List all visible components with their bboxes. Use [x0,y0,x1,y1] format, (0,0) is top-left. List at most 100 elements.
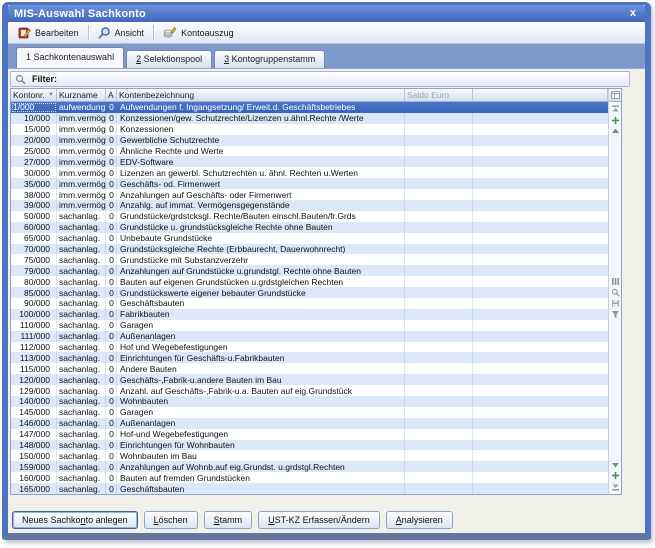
table-row[interactable]: 160/000sachanlag.0Bauten auf fremden Gru… [11,472,608,483]
table-row[interactable]: 147/000sachanlag.0Hof-und Wegebefestigun… [11,429,608,440]
table-row[interactable]: 30/000imm.vermög0Lizenzen an gewerbl. Sc… [11,167,608,178]
add-row-icon[interactable] [611,471,620,480]
cell-kontonr: 38/000 [11,189,57,200]
table-row[interactable]: 1/000aufwendung0Aufwendungen f. Ingangse… [11,102,608,113]
toolbar-button-bearbeiten[interactable]: Bearbeiten [12,24,85,41]
cell-saldo-euro [405,222,473,233]
table-row[interactable]: 80/000sachanlag.0Bauten auf eigenen Grun… [11,276,608,287]
toolbar-button-ansicht[interactable]: Ansicht [92,24,151,41]
cell-a: 0 [106,254,117,265]
table-row[interactable]: 50/000sachanlag.0Grundstücke/grdstcksgl.… [11,211,608,222]
table-row[interactable]: 150/000sachanlag.0Wohnbauten im Bau [11,450,608,461]
cell-saldo-euro [405,211,473,222]
sort-desc-icon[interactable]: ▼ [48,92,54,98]
cell-kontonr: 140/000 [11,396,57,407]
table-row[interactable]: 129/000sachanlag.0Anzahl. auf Geschäfts-… [11,385,608,396]
table-row[interactable]: 35/000imm.vermög0Geschäfts- od. Firmenwe… [11,178,608,189]
action-buttons: Neues Sachkonto anlegen Löschen Stamm US… [12,511,453,529]
cell-a: 0 [106,363,117,374]
add-row-icon[interactable] [611,116,620,125]
close-icon[interactable]: x [627,8,639,19]
ust-kz-button[interactable]: UST-KZ Erfassen/Ändern [258,511,380,529]
table-row[interactable]: 112/000sachanlag.0Hof und Wegebefestigun… [11,342,608,353]
scroll-to-top-icon[interactable] [611,105,620,114]
table-row[interactable]: 111/000sachanlag.0Außenanlagen [11,331,608,342]
table-row[interactable]: 65/000sachanlag.0Unbebaute Grundstücke [11,233,608,244]
page-down-icon[interactable] [611,460,620,469]
column-header-a[interactable]: A [106,89,117,101]
table-row[interactable]: 90/000sachanlag.0Geschäftsbauten [11,298,608,309]
column-header-kontonr[interactable]: Kontonr. ▼ [11,89,57,101]
cell-a: 0 [106,320,117,331]
cell-empty [473,113,608,124]
cell-empty [473,309,608,320]
cell-a: 0 [106,135,117,146]
tab-selektionspool[interactable]: 2 Selektionspool [126,50,212,68]
analyze-button[interactable]: Analysieren [386,511,453,529]
cell-saldo-euro [405,124,473,135]
cell-saldo-euro [405,189,473,200]
save-icon[interactable] [611,299,620,308]
tab-sachkontenauswahl[interactable]: 1 Sachkontenauswahl [16,47,124,68]
table-row[interactable]: 120/000sachanlag.0Geschäfts-,Fabrik-u.an… [11,374,608,385]
cell-saldo-euro [405,113,473,124]
table-row[interactable]: 39/000imm.vermög0Anzahlg. auf immat. Ver… [11,200,608,211]
cell-kontonr: 147/000 [11,429,57,440]
scroll-to-bottom-icon[interactable] [611,482,620,491]
table-row[interactable]: 110/000sachanlag.0Garagen [11,320,608,331]
table-row[interactable]: 100/000sachanlag.0Fabrikbauten [11,309,608,320]
table-row[interactable]: 148/000sachanlag.0Einrichtungen für Wohn… [11,440,608,451]
cell-saldo-euro [405,450,473,461]
table-row[interactable]: 75/000sachanlag.0Grundstücke mit Substan… [11,254,608,265]
cell-saldo-euro [405,352,473,363]
table-row[interactable]: 146/000sachanlag.0Außenanlagen [11,418,608,429]
cell-kontonr: 160/000 [11,472,57,483]
table-row[interactable]: 20/000imm.vermög0Gewerbliche Schutzrecht… [11,135,608,146]
page-up-icon[interactable] [611,127,620,136]
stamm-button[interactable]: Stamm [204,511,253,529]
filter-bar[interactable]: Filter: [10,71,630,87]
filter-funnel-icon[interactable] [611,310,620,319]
cell-empty [473,483,608,494]
table-row[interactable]: 165/000sachanlag.0Geschäftsbauten [11,483,608,494]
table-row[interactable]: 85/000sachanlag.0Grundstückswerte eigene… [11,287,608,298]
table-row[interactable]: 113/000sachanlag.0Einrichtungen für Gesc… [11,352,608,363]
cell-empty [473,407,608,418]
window-title: MIS-Auswahl Sachkonto [14,8,146,20]
column-header-saldo-euro[interactable]: Saldo Euro [405,89,473,101]
cell-kontenbezeichnung: Anzahlungen auf Grundstücke u.grundstgl.… [117,265,405,276]
table-row[interactable]: 159/000sachanlag.0Anzahlungen auf Wohnb.… [11,461,608,472]
new-account-button[interactable]: Neues Sachkonto anlegen [12,511,138,529]
rail-middle-group [611,274,620,322]
table-row[interactable]: 115/000sachanlag.0Andere Bauten [11,363,608,374]
toolbar-button-kontoauszug[interactable]: Kontoauszug [157,24,240,41]
table-row[interactable]: 38/000imm.vermög0Anzahlungen auf Geschäf… [11,189,608,200]
table-row[interactable]: 25/000imm.vermög0Ähnliche Rechte und Wer… [11,146,608,157]
cell-kurzname: sachanlag. [57,309,106,320]
table-row[interactable]: 15/000imm.vermög0Konzessionen [11,124,608,135]
cell-saldo-euro [405,102,473,113]
delete-button[interactable]: Löschen [144,511,198,529]
column-header-kurzname[interactable]: Kurzname [57,89,106,101]
table-row[interactable]: 10/000imm.vermög0Konzessionen/gew. Schut… [11,113,608,124]
table-row[interactable]: 79/000sachanlag.0Anzahlungen auf Grundst… [11,265,608,276]
cell-kontenbezeichnung: Unbebaute Grundstücke [117,233,405,244]
cell-a: 0 [106,113,117,124]
cell-kontonr: 79/000 [11,265,57,276]
table-row[interactable]: 70/000sachanlag.0Grundstücksgleiche Rech… [11,244,608,255]
table-row[interactable]: 140/000sachanlag.0Wohnbauten [11,396,608,407]
table-row[interactable]: 60/000sachanlag.0Grundstücke u. grundstü… [11,222,608,233]
cell-kurzname: sachanlag. [57,363,106,374]
column-header-kontenbezeichnung[interactable]: Kontenbezeichnung [117,89,405,101]
table-row[interactable]: 145/000sachanlag.0Garagen [11,407,608,418]
cell-kontenbezeichnung: EDV-Software [117,156,405,167]
search-icon[interactable] [611,288,620,297]
cell-kontonr: 110/000 [11,320,57,331]
columns-icon[interactable] [611,277,620,286]
column-chooser-icon[interactable] [609,89,621,102]
tab-kontogruppenstamm[interactable]: 3 Kontogruppenstamm [214,50,325,68]
cell-kontenbezeichnung: Anzahlungen auf Geschäfts- oder Firmenwe… [117,189,405,200]
cell-saldo-euro [405,233,473,244]
cell-kurzname: sachanlag. [57,407,106,418]
table-row[interactable]: 27/000imm.vermög0EDV-Software [11,156,608,167]
